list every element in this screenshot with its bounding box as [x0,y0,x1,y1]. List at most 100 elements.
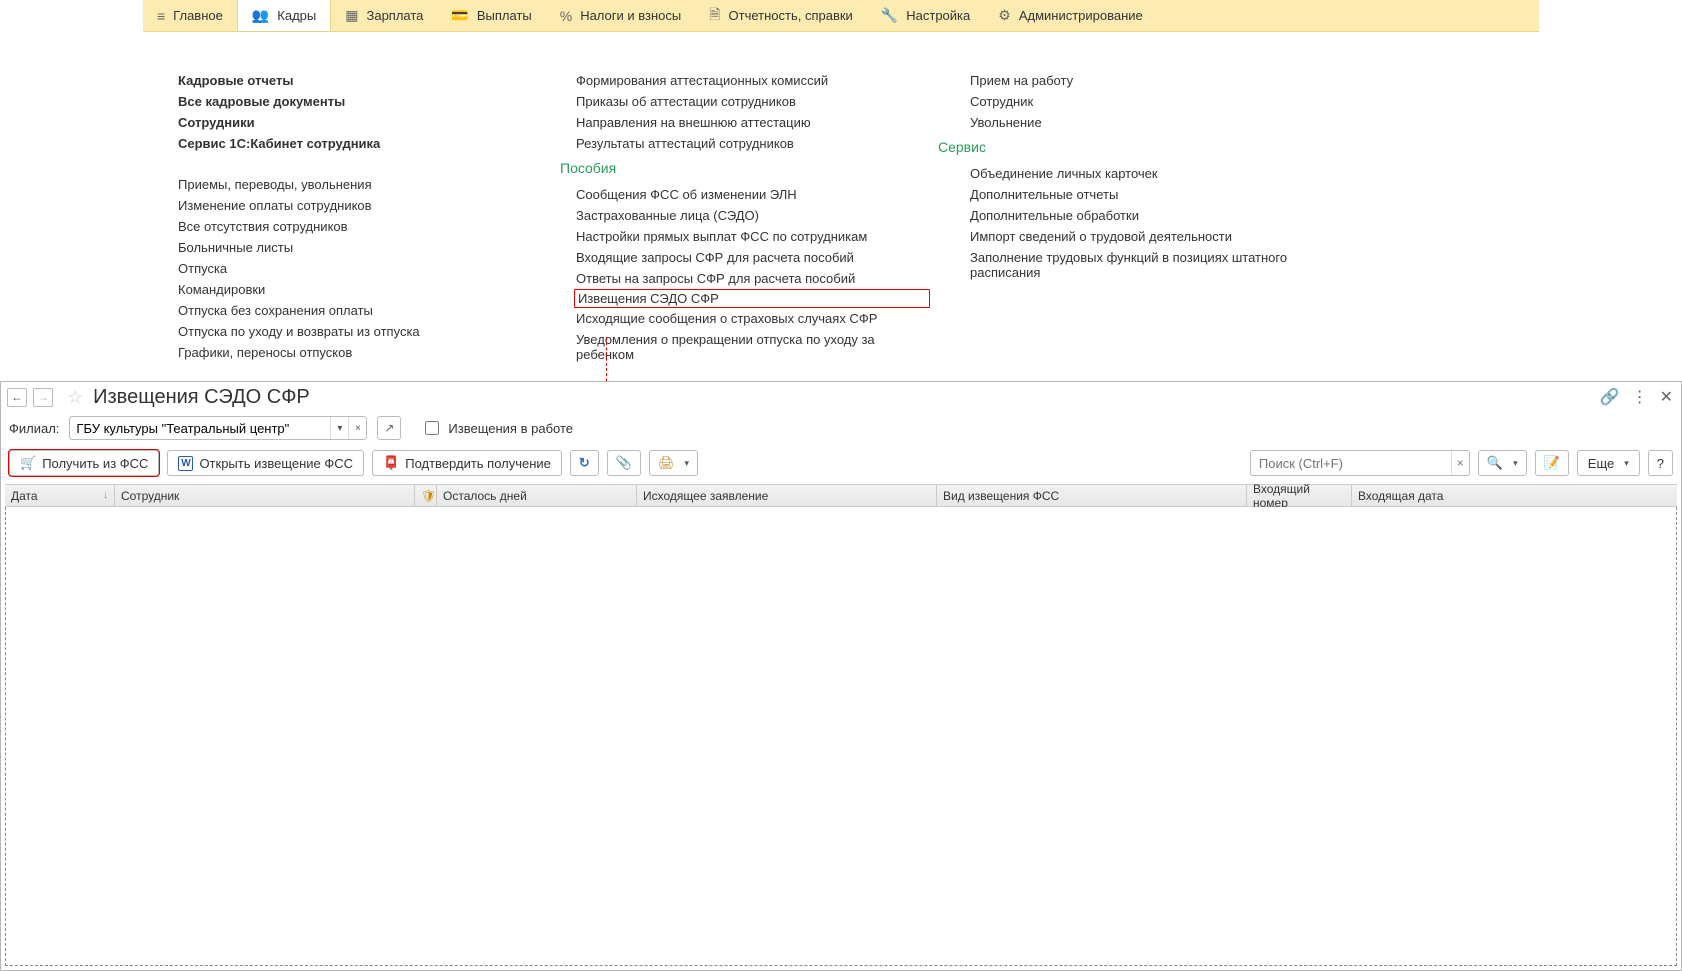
nav-main[interactable]: ≡ Главное [143,0,237,31]
panel-link[interactable]: Прием на работу [954,70,1334,91]
nav-settings[interactable]: 🔧 Настройка [867,0,984,31]
panel-link[interactable]: Настройки прямых выплат ФСС по сотрудник… [560,226,930,247]
nav-salary[interactable]: ▦ Зарплата [331,0,437,31]
panel-link[interactable]: Больничные листы [178,237,536,258]
panel-link[interactable]: Дополнительные обработки [954,205,1334,226]
panel-head[interactable]: Кадровые отчеты [178,70,536,91]
back-button[interactable]: ← [7,388,27,407]
clear-button[interactable]: × [348,417,366,439]
panel-link[interactable]: Сотрудник [954,91,1334,112]
refresh-button[interactable]: ↻ [570,450,599,476]
inwork-checkbox[interactable]: Извещения в работе [421,418,573,438]
panel-link[interactable]: Застрахованные лица (СЭДО) [560,205,930,226]
panel-section-title: Пособия [560,154,930,184]
search-box[interactable]: × [1250,450,1470,476]
nav-label: Выплаты [477,8,532,23]
panel-link[interactable]: Графики, переносы отпусков [178,342,536,363]
table-body-empty[interactable] [5,507,1677,966]
more-button[interactable]: Еще [1577,450,1640,476]
window-title: Извещения СЭДО СФР [93,386,310,409]
table-header: Дата ↓ Сотрудник 🛡 Осталось дней Исходящ… [5,485,1677,507]
open-fss-button[interactable]: W Открыть извещение ФСС [167,450,364,476]
nav-label: Настройка [906,8,970,23]
help-button[interactable]: ? [1648,450,1673,476]
panel-link[interactable]: Отпуска без сохранения оплаты [178,300,536,321]
panel-link[interactable]: Исходящие сообщения о страховых случаях … [560,308,930,329]
attachment-button[interactable]: 📎 [607,450,641,476]
panel-link[interactable]: Дополнительные отчеты [954,184,1334,205]
col-incoming-date[interactable]: Входящая дата [1352,485,1677,506]
panel-link[interactable]: Приказы об аттестации сотрудников [560,91,930,112]
panel-link[interactable]: Отпуска по уходу и возвраты из отпуска [178,321,536,342]
inwork-checkbox-input[interactable] [425,421,439,435]
panel-link[interactable]: Объединение личных карточек [954,163,1334,184]
col-label: Исходящее заявление [643,489,768,503]
panel-link[interactable]: Входящие запросы СФР для расчета пособий [560,247,930,268]
panel-link[interactable]: Приемы, переводы, увольнения [178,174,536,195]
panel-link[interactable]: Все отсутствия сотрудников [178,216,536,237]
nav-hr[interactable]: 👥 Кадры [237,0,331,31]
close-icon[interactable]: ✕ [1660,387,1673,407]
print-dropdown-button[interactable]: 🖨 [649,450,698,476]
col-date[interactable]: Дата ↓ [5,485,115,506]
wrench-icon: 🔧 [881,7,898,24]
col-type[interactable]: Вид извещения ФСС [937,485,1247,506]
panel-link[interactable]: Ответы на запросы СФР для расчета пособи… [560,268,930,289]
panel-link[interactable]: Заполнение трудовых функций в позициях ш… [954,247,1334,283]
search-options-button[interactable]: 🔍 [1478,450,1527,476]
forward-button[interactable]: → [33,388,53,407]
open-reference-button[interactable]: ↗ [377,416,401,440]
nav-admin[interactable]: ⚙ Администрирование [984,0,1157,31]
help-icon: ? [1657,456,1664,471]
col-label: Входящий номер [1253,482,1345,510]
wallet-icon: 💳 [451,7,468,24]
download-icon: 🛒 [20,455,36,471]
panel-link[interactable]: Уведомления о прекращении отпуска по ухо… [560,329,930,365]
nav-payments[interactable]: 💳 Выплаты [437,0,545,31]
button-label: Получить из ФСС [42,456,148,471]
edit-icon: 📝 [1544,455,1560,471]
window-frame: ← → ☆ Извещения СЭДО СФР 🔗 ⋮ ✕ Филиал: ▾… [0,381,1682,971]
branch-combo[interactable]: ▾ × [69,416,367,440]
edit-button[interactable]: 📝 [1535,450,1569,476]
panel-link[interactable]: Сообщения ФСС об изменении ЭЛН [560,184,930,205]
nav-taxes[interactable]: % Налоги и взносы [546,0,696,31]
panel-link[interactable]: Командировки [178,279,536,300]
people-icon: 👥 [252,7,269,24]
panel-link-highlighted[interactable]: Извещения СЭДО СФР [574,289,930,308]
nav-label: Налоги и взносы [580,8,681,23]
col-label: Вид извещения ФСС [943,489,1059,503]
nav-reports[interactable]: 🗎 Отчетность, справки [695,0,867,31]
panel-head[interactable]: Сервис 1С:Кабинет сотрудника [178,133,536,154]
panel-head[interactable]: Сотрудники [178,112,536,133]
window-titlebar: ← → ☆ Извещения СЭДО СФР 🔗 ⋮ ✕ [1,382,1681,410]
col-outgoing[interactable]: Исходящее заявление [637,485,937,506]
panel-link[interactable]: Результаты аттестаций сотрудников [560,133,930,154]
confirm-icon: 📮 [383,455,399,471]
col-label: Входящая дата [1358,489,1443,503]
top-navigation: ≡ Главное 👥 Кадры ▦ Зарплата 💳 Выплаты %… [143,0,1539,32]
search-clear-button[interactable]: × [1451,451,1469,475]
col-employee[interactable]: Сотрудник [115,485,415,506]
col-incoming-num[interactable]: Входящий номер [1247,485,1352,506]
panel-link[interactable]: Импорт сведений о трудовой деятельности [954,226,1334,247]
col-days-left[interactable]: Осталось дней [437,485,637,506]
kebab-menu-icon[interactable]: ⋮ [1632,387,1648,407]
panel-link[interactable]: Отпуска [178,258,536,279]
search-input[interactable] [1251,451,1451,475]
dropdown-button[interactable]: ▾ [330,417,348,439]
get-from-fss-button[interactable]: 🛒 Получить из ФСС [9,450,159,476]
nav-label: Администрирование [1019,8,1143,23]
branch-input[interactable] [70,417,330,439]
favorite-icon[interactable]: ☆ [67,387,83,408]
panel-link[interactable]: Формирования аттестационных комиссий [560,70,930,91]
panel-link[interactable]: Увольнение [954,112,1334,133]
panel-link[interactable]: Направления на внешнюю аттестацию [560,112,930,133]
nav-label: Отчетность, справки [729,8,853,23]
panel-head[interactable]: Все кадровые документы [178,91,536,112]
link-icon[interactable]: 🔗 [1600,387,1620,407]
confirm-receipt-button[interactable]: 📮 Подтвердить получение [372,450,562,476]
panel-link[interactable]: Изменение оплаты сотрудников [178,195,536,216]
col-status-icon[interactable]: 🛡 [415,485,437,506]
col-label: Сотрудник [121,489,179,503]
